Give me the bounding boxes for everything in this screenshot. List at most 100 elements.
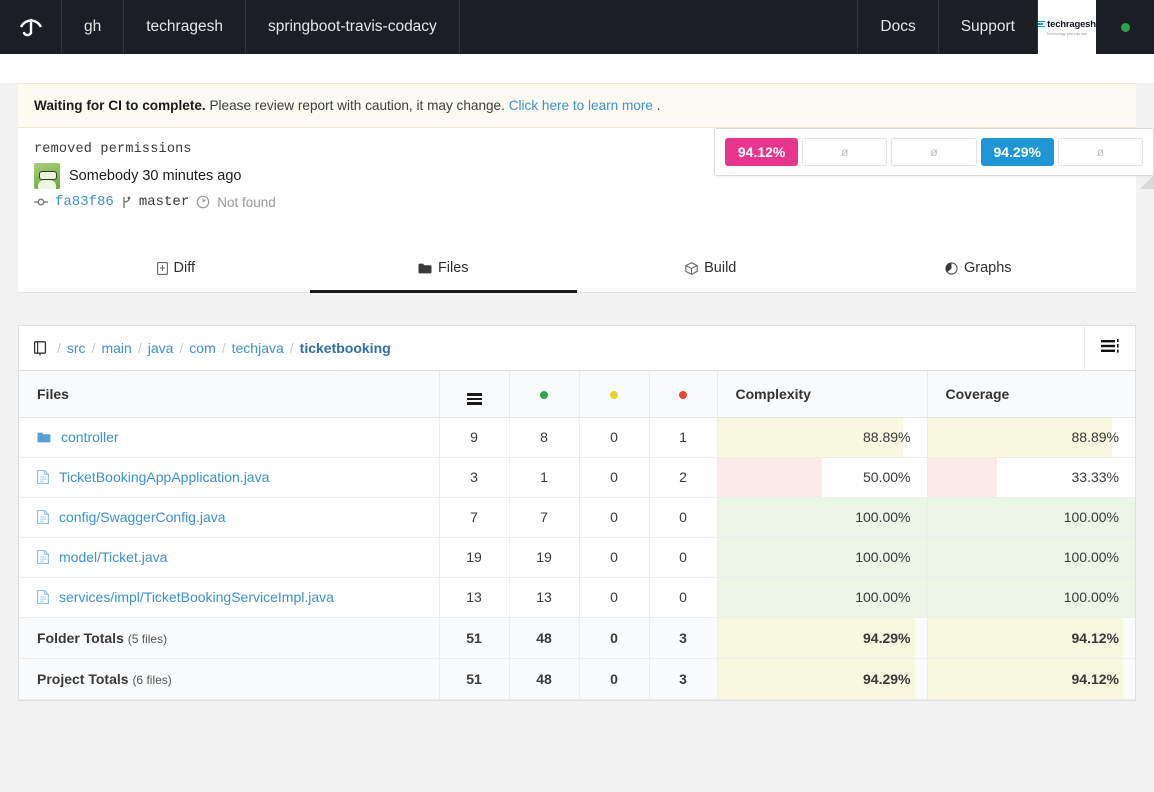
- breadcrumb-item-techjava[interactable]: techjava: [232, 340, 284, 356]
- file-link[interactable]: config/SwaggerConfig.java: [59, 509, 226, 525]
- nav-status[interactable]: [1096, 0, 1154, 54]
- tab-files[interactable]: Files: [309, 244, 577, 293]
- list-settings-button[interactable]: [1085, 326, 1135, 370]
- breadcrumb-item-com[interactable]: com: [189, 340, 215, 356]
- cell-green-issues: 8: [508, 417, 579, 458]
- cell-file-name: services/impl/TicketBookingServiceImpl.j…: [19, 577, 439, 618]
- nav-item-docs[interactable]: Docs: [857, 0, 939, 54]
- cell-red-issues: 0: [648, 497, 717, 538]
- cell-complexity: 94.29%: [716, 617, 927, 659]
- totals-file-count: (6 files): [132, 672, 172, 687]
- th-green-issues[interactable]: [508, 371, 579, 418]
- cell-green-issues: 19: [508, 537, 579, 578]
- file-link[interactable]: TicketBookingAppApplication.java: [59, 469, 269, 485]
- badge-row: 94.12% ø ø 94.29% ø: [725, 138, 1143, 166]
- breadcrumb-sep-1: /: [91, 340, 96, 356]
- th-yellow-issues[interactable]: [578, 371, 649, 418]
- cell-total-issues: 19: [438, 537, 509, 578]
- breadcrumb-sep-4: /: [221, 340, 226, 356]
- breadcrumb-item-ticketbooking: ticketbooking: [299, 340, 391, 356]
- cell-file-name: TicketBookingAppApplication.java: [19, 457, 439, 498]
- metrics-badge-panel: 94.12% ø ø 94.29% ø: [714, 128, 1154, 189]
- badge-empty-3[interactable]: ø: [1057, 138, 1143, 166]
- cell-complexity-value: 100.00%: [855, 589, 911, 605]
- table-totals-row: Folder Totals (5 files) 51 48 0 3 94.29% 94.12…: [19, 617, 1135, 659]
- content-panel: Waiting for CI to complete. Please revie…: [18, 83, 1154, 293]
- commit-author-name: Somebody 30 minutes ago: [69, 168, 242, 184]
- cell-total-issues: 51: [438, 658, 509, 700]
- cell-coverage: 94.12%: [926, 658, 1135, 700]
- folder-icon: [418, 263, 432, 274]
- cell-complexity-value: 94.29%: [863, 629, 911, 646]
- cell-coverage-value: 100.00%: [1063, 549, 1119, 565]
- cell-coverage-value: 100.00%: [1063, 509, 1119, 525]
- table-row[interactable]: services/impl/TicketBookingServiceImpl.j…: [19, 577, 1135, 618]
- nav-item-organization[interactable]: techragesh: [124, 0, 246, 54]
- nav-item-support[interactable]: Support: [937, 0, 1038, 54]
- badge-complexity-value[interactable]: 94.29%: [980, 138, 1054, 166]
- cell-coverage-bar: [927, 457, 997, 497]
- nav-item-gh[interactable]: gh: [62, 0, 125, 54]
- avatar-bars-icon: [1038, 20, 1046, 28]
- avatar-logo: techragesh: [1038, 19, 1096, 30]
- cell-coverage: 100.00%: [926, 537, 1135, 578]
- badge-empty-2[interactable]: ø: [891, 138, 977, 166]
- cell-complexity: 50.00%: [716, 457, 927, 498]
- commit-sha-link[interactable]: fa83f86: [55, 194, 114, 210]
- table-header-row: Files Complexity Coverage: [19, 371, 1135, 418]
- tab-graphs[interactable]: Graphs: [845, 244, 1113, 293]
- avatar[interactable]: techragesh Technology you can use: [1038, 0, 1096, 54]
- file-link[interactable]: services/impl/TicketBookingServiceImpl.j…: [59, 589, 334, 605]
- breadcrumb-item-java[interactable]: java: [148, 340, 174, 356]
- hamburger-icon: [466, 393, 482, 405]
- pull-request-icon: [196, 195, 210, 209]
- banner-bold-text: Waiting for CI to complete.: [34, 98, 206, 113]
- repo-book-icon: [33, 340, 47, 356]
- table-row[interactable]: controller 9 8 0 1 88.89% 88.89%: [19, 417, 1135, 458]
- cell-total-issues: 9: [438, 417, 509, 458]
- commit-icon: [34, 196, 48, 208]
- commit-pr-status: Not found: [217, 194, 276, 210]
- codacy-logo-button[interactable]: [0, 0, 62, 54]
- nav-item-repository[interactable]: springboot-travis-codacy: [246, 0, 460, 54]
- files-table-body: controller 9 8 0 1 88.89% 88.89% TicketBookingA…: [19, 417, 1135, 700]
- tab-build[interactable]: Build: [577, 244, 845, 293]
- table-row[interactable]: TicketBookingAppApplication.java 3 1 0 2 50.0…: [19, 457, 1135, 498]
- cell-yellow-issues: 0: [578, 577, 649, 618]
- cell-yellow-issues: 0: [578, 457, 649, 498]
- cell-complexity: 94.29%: [716, 658, 927, 700]
- th-coverage[interactable]: Coverage: [926, 371, 1135, 418]
- breadcrumb-sep-0: /: [57, 340, 61, 356]
- th-red-issues[interactable]: [648, 371, 717, 418]
- cell-coverage-value: 94.12%: [1071, 629, 1119, 646]
- th-files[interactable]: Files: [19, 371, 439, 418]
- cell-yellow-issues: 0: [578, 497, 649, 538]
- breadcrumb-item-src[interactable]: src: [67, 340, 86, 356]
- cell-total-issues: 13: [438, 577, 509, 618]
- breadcrumb-sep-3: /: [179, 340, 184, 356]
- file-icon: [37, 590, 49, 604]
- package-icon: [685, 261, 698, 275]
- th-complexity[interactable]: Complexity: [716, 371, 927, 418]
- cell-red-issues: 3: [648, 617, 717, 659]
- list-settings-icon: [1100, 338, 1120, 358]
- ci-warning-banner: Waiting for CI to complete. Please revie…: [18, 83, 1136, 128]
- th-total-issues[interactable]: [438, 371, 509, 418]
- banner-learn-more-link[interactable]: Click here to learn more: [509, 98, 653, 113]
- panel-resize-corner: [1140, 175, 1154, 189]
- badge-coverage-value[interactable]: 94.12%: [725, 138, 799, 166]
- cell-coverage-value: 33.33%: [1071, 469, 1119, 485]
- cell-coverage: 94.12%: [926, 617, 1135, 659]
- file-link[interactable]: controller: [61, 429, 119, 445]
- badge-empty-1[interactable]: ø: [802, 138, 888, 166]
- table-row[interactable]: config/SwaggerConfig.java 7 7 0 0 100.00% 100.…: [19, 497, 1135, 538]
- breadcrumb-item-main[interactable]: main: [101, 340, 131, 356]
- avatar-logo-text: techragesh: [1047, 18, 1096, 30]
- table-row[interactable]: model/Ticket.java 19 19 0 0 100.00% 100.00%: [19, 537, 1135, 578]
- file-link[interactable]: model/Ticket.java: [59, 549, 167, 565]
- tab-diff[interactable]: Diff: [42, 244, 310, 293]
- green-dot-icon: [540, 390, 548, 399]
- file-icon: [37, 470, 49, 484]
- top-navigation-bar: gh techragesh springboot-travis-codacy D…: [0, 0, 1154, 54]
